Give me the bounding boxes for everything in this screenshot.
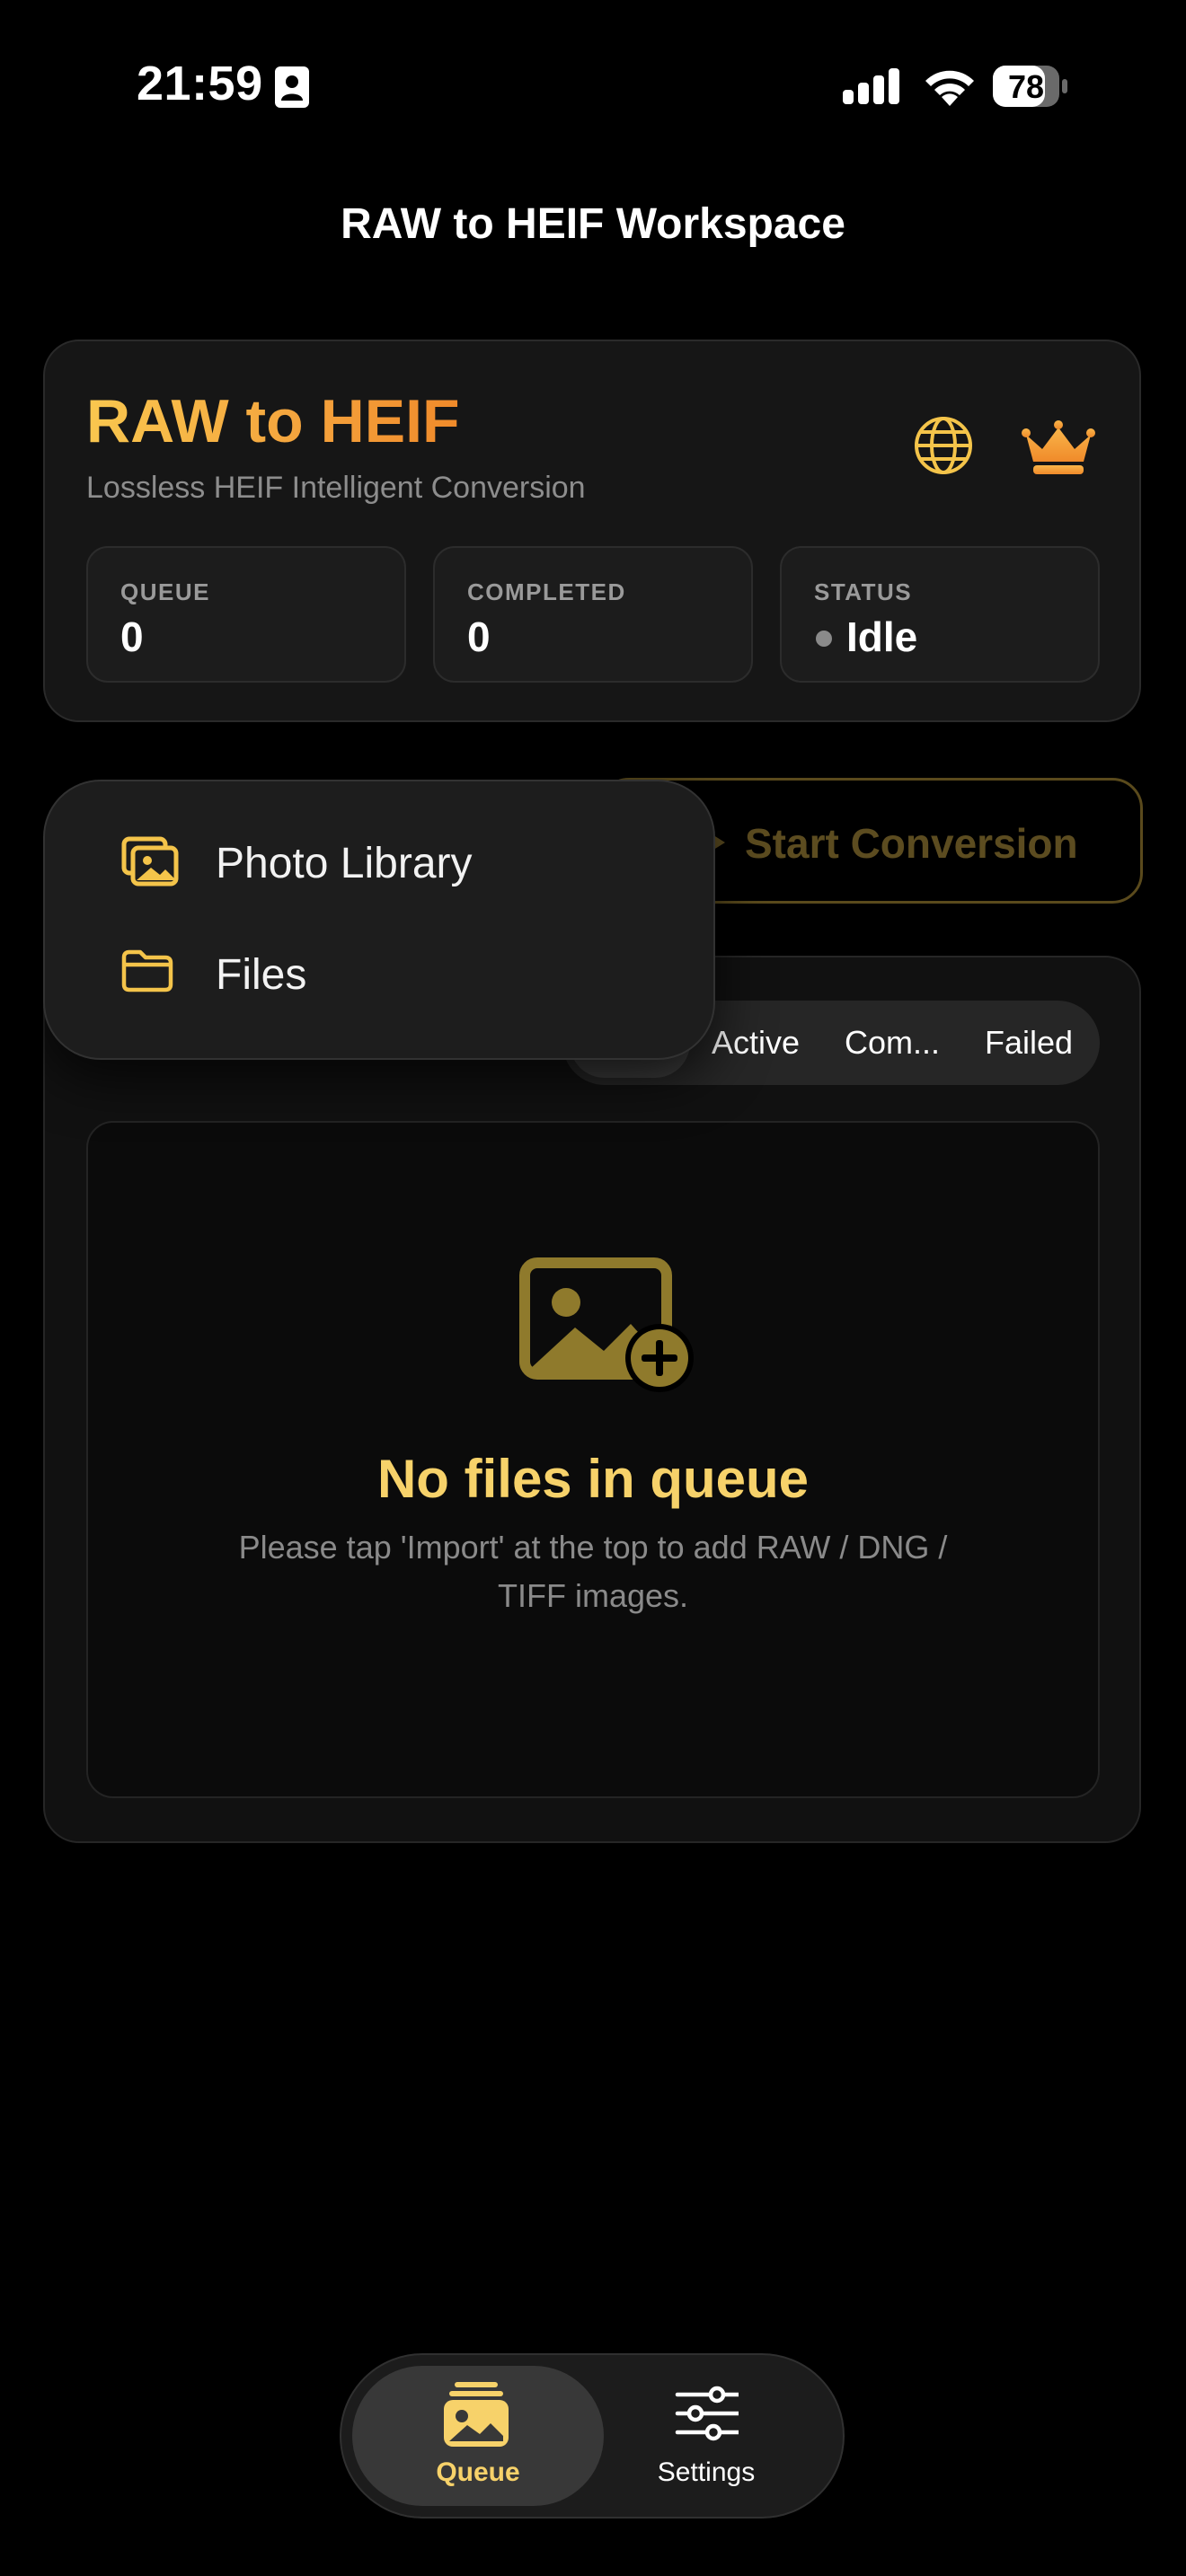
add-photo-icon bbox=[519, 1257, 694, 1392]
stat-completed: COMPLETED 0 bbox=[433, 546, 753, 683]
page-title: RAW to HEIF Workspace bbox=[341, 200, 845, 248]
empty-state-description: Please tap 'Import' at the top to add RA… bbox=[238, 1529, 948, 1614]
battery-indicator: 78 bbox=[992, 65, 1069, 108]
status-dot bbox=[816, 631, 832, 647]
app-title: RAW to HEIF bbox=[86, 387, 460, 455]
stat-status-label: STATUS bbox=[814, 578, 913, 605]
menu-item-files[interactable]: Files bbox=[43, 918, 715, 1031]
globe-icon[interactable] bbox=[913, 415, 974, 476]
tab-queue-label: Queue bbox=[436, 2457, 520, 2487]
stat-queue-value: 0 bbox=[120, 613, 144, 660]
filter-failed[interactable]: Failed bbox=[985, 1024, 1073, 1062]
menu-item-files-label: Files bbox=[216, 951, 307, 999]
photo-library-icon bbox=[121, 836, 179, 887]
contact-card-icon bbox=[275, 66, 309, 108]
filter-active[interactable]: Active bbox=[712, 1024, 800, 1062]
stat-completed-label: COMPLETED bbox=[467, 578, 626, 605]
stat-queue-label: QUEUE bbox=[120, 578, 210, 605]
sliders-icon bbox=[675, 2386, 739, 2441]
stat-queue: QUEUE 0 bbox=[86, 546, 406, 683]
start-conversion-label: Start Conversion bbox=[745, 820, 1078, 867]
app-subtitle: Lossless HEIF Intelligent Conversion bbox=[86, 471, 586, 505]
menu-item-photo-library[interactable]: Photo Library bbox=[43, 807, 715, 920]
stat-completed-value: 0 bbox=[467, 613, 491, 660]
battery-level: 78 bbox=[1007, 68, 1045, 105]
tab-settings-label: Settings bbox=[657, 2457, 756, 2487]
filter-completed[interactable]: Com... bbox=[845, 1024, 940, 1062]
empty-state-title: No files in queue bbox=[376, 1449, 810, 1509]
stat-status: STATUS Idle bbox=[780, 546, 1100, 683]
crown-icon[interactable] bbox=[1021, 419, 1096, 476]
stat-status-value: Idle bbox=[846, 613, 918, 660]
status-time: 21:59 bbox=[137, 57, 263, 110]
cellular-signal-icon bbox=[843, 68, 899, 104]
queue-photos-icon bbox=[444, 2382, 509, 2447]
folder-icon bbox=[121, 949, 173, 992]
menu-item-photo-library-label: Photo Library bbox=[216, 840, 473, 887]
wifi-icon bbox=[925, 70, 974, 106]
